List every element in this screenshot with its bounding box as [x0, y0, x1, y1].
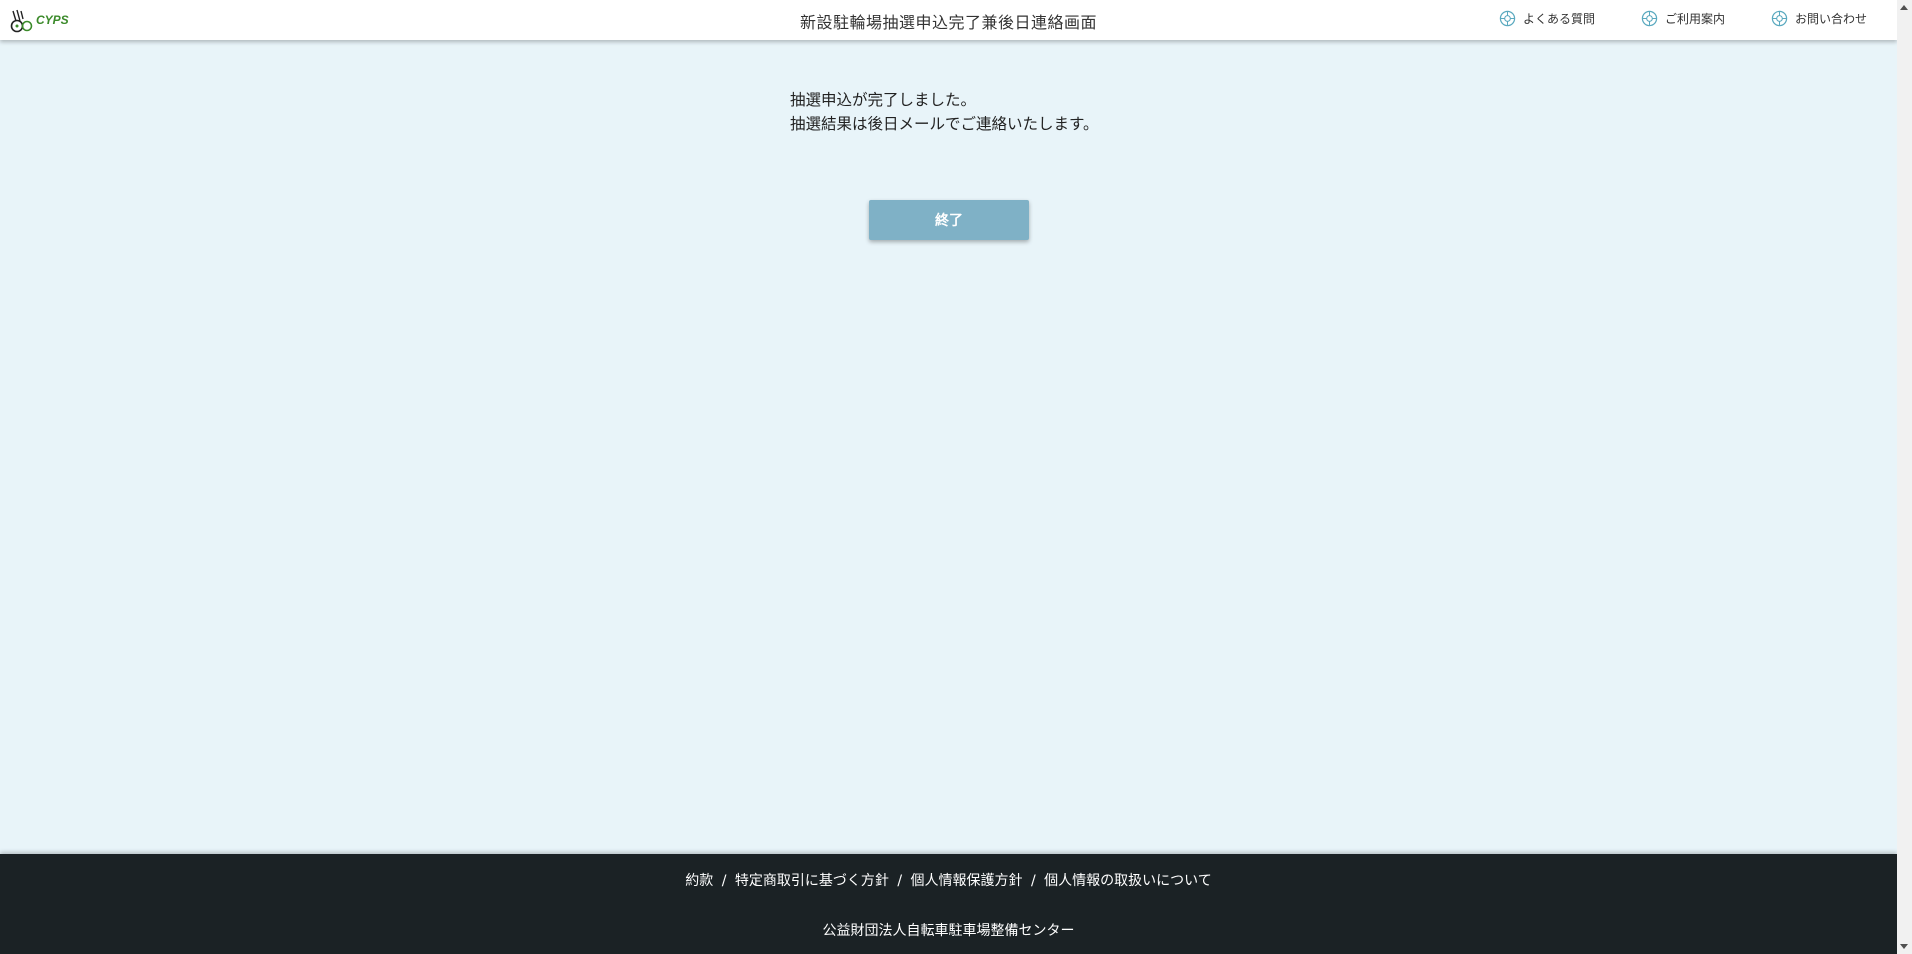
- footer-separator: /: [1030, 873, 1036, 889]
- footer-link-privacy-policy[interactable]: 個人情報保護方針: [911, 873, 1023, 889]
- footer-link-personal-info-handling[interactable]: 個人情報の取扱いについて: [1044, 873, 1212, 889]
- nav-item-contact-label: お問い合わせ: [1794, 12, 1867, 26]
- scroll-down-arrow-icon[interactable]: [1900, 944, 1908, 949]
- help-circle-icon: [1641, 10, 1658, 27]
- message-line-2: 抽選結果は後日メールでご連絡いたします。: [790, 115, 1099, 133]
- nav-item-guide[interactable]: ご利用案内: [1641, 10, 1725, 27]
- nav-item-guide-label: ご利用案内: [1664, 12, 1725, 26]
- vertical-scrollbar[interactable]: [1897, 0, 1912, 954]
- footer-link-terms[interactable]: 約款: [685, 873, 713, 889]
- footer-separator: /: [897, 873, 903, 889]
- help-circle-icon: [1499, 10, 1516, 27]
- help-circle-icon: [1771, 10, 1788, 27]
- completion-message: 抽選申込が完了しました。 抽選結果は後日メールでご連絡いたします。: [790, 88, 1098, 136]
- message-line-1: 抽選申込が完了しました。: [790, 91, 977, 109]
- footer: 約款 / 特定商取引に基づく方針 / 個人情報保護方針 / 個人情報の取扱いにつ…: [0, 854, 1897, 954]
- page: CYPS 新設駐輪場抽選申込完了兼後日連絡画面 よくある質問 ご利用案内 お問い…: [0, 0, 1912, 954]
- footer-links: 約款 / 特定商取引に基づく方針 / 個人情報保護方針 / 個人情報の取扱いにつ…: [0, 870, 1897, 890]
- nav-item-faq[interactable]: よくある質問: [1499, 10, 1595, 27]
- header: CYPS 新設駐輪場抽選申込完了兼後日連絡画面 よくある質問 ご利用案内 お問い…: [0, 0, 1897, 40]
- footer-link-commercial-transactions[interactable]: 特定商取引に基づく方針: [735, 873, 889, 889]
- header-nav: よくある質問 ご利用案内 お問い合わせ: [1499, 10, 1867, 27]
- finish-button[interactable]: 終了: [869, 200, 1029, 240]
- nav-item-faq-label: よくある質問: [1522, 12, 1595, 26]
- footer-separator: /: [721, 873, 727, 889]
- nav-item-contact[interactable]: お問い合わせ: [1771, 10, 1867, 27]
- footer-organization: 公益財団法人自転車駐車場整備センター: [822, 923, 1075, 939]
- scroll-up-arrow-icon[interactable]: [1900, 5, 1908, 10]
